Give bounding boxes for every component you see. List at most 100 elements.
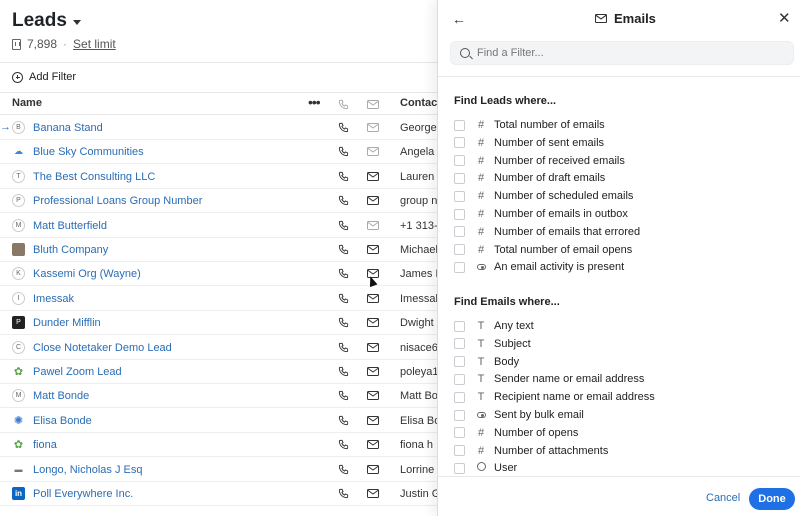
filter-checkbox[interactable] [454, 427, 465, 439]
filter-search-box[interactable] [450, 41, 794, 65]
lead-name-link[interactable]: Dunder Mifflin [33, 317, 101, 329]
lead-name-link[interactable]: Professional Loans Group Number [33, 195, 202, 207]
filter-checkbox[interactable] [454, 462, 465, 474]
phone-icon[interactable] [338, 342, 349, 353]
filter-option[interactable]: Sent by bulk email [454, 407, 584, 423]
email-icon[interactable] [367, 196, 379, 206]
email-icon[interactable] [367, 171, 379, 181]
filter-option[interactable]: # Total number of emails [454, 117, 605, 133]
filter-checkbox[interactable] [454, 445, 465, 457]
add-filter-button[interactable]: Add Filter [12, 71, 76, 83]
filter-option[interactable]: # Total number of email opens [454, 242, 632, 258]
table-row[interactable]: P Dunder Mifflin Dwight [0, 311, 437, 336]
column-header-name[interactable]: Name [12, 97, 42, 109]
lead-name-link[interactable]: Poll Everywhere Inc. [33, 488, 133, 500]
filter-checkbox[interactable] [454, 155, 465, 167]
filter-search-input[interactable] [477, 47, 777, 59]
email-icon[interactable] [367, 245, 379, 254]
back-arrow-icon[interactable]: ← [452, 11, 466, 27]
phone-icon[interactable] [338, 415, 349, 426]
lead-name-link[interactable]: Blue Sky Communities [33, 146, 144, 158]
filter-checkbox[interactable] [454, 338, 465, 350]
more-options-icon[interactable]: ••• [308, 94, 321, 110]
email-column-icon[interactable] [367, 100, 379, 109]
table-row[interactable]: M Matt Bonde Matt Bo [0, 384, 437, 409]
filter-option[interactable]: # Number of sent emails [454, 135, 604, 151]
lead-name-link[interactable]: Banana Stand [33, 122, 103, 134]
phone-icon[interactable] [338, 439, 349, 450]
phone-icon[interactable] [338, 146, 349, 157]
filter-option[interactable]: # Number of received emails [454, 153, 625, 169]
email-icon[interactable] [367, 367, 379, 376]
email-icon[interactable] [367, 415, 379, 425]
cancel-button[interactable]: Cancel [706, 492, 740, 504]
filter-checkbox[interactable] [454, 119, 465, 131]
email-icon[interactable] [367, 220, 379, 230]
filter-checkbox[interactable] [454, 261, 465, 273]
filter-option[interactable]: T Body [454, 354, 519, 370]
filter-option[interactable]: # Number of scheduled emails [454, 188, 633, 204]
phone-icon[interactable] [338, 488, 349, 499]
filter-checkbox[interactable] [454, 244, 465, 256]
filter-option[interactable]: An email activity is present [454, 259, 624, 275]
set-limit-link[interactable]: Set limit [73, 37, 116, 51]
filter-checkbox[interactable] [454, 391, 465, 403]
view-title-dropdown[interactable]: Leads [12, 10, 81, 32]
filter-checkbox[interactable] [454, 172, 465, 184]
lead-name-link[interactable]: Close Notetaker Demo Lead [33, 342, 172, 354]
filter-option[interactable]: T Recipient name or email address [454, 389, 655, 405]
email-icon[interactable] [367, 342, 379, 352]
phone-icon[interactable] [338, 293, 349, 304]
filter-option[interactable]: T Subject [454, 336, 531, 352]
email-icon[interactable] [367, 147, 379, 157]
table-row[interactable]: ▬ Longo, Nicholas J Esq Lorrine [0, 458, 437, 482]
lead-name-link[interactable]: Kassemi Org (Wayne) [33, 268, 141, 280]
table-row[interactable]: M Matt Butterfield +1 313- [0, 214, 437, 238]
table-row[interactable]: → B Banana Stand George [0, 116, 437, 140]
filter-checkbox[interactable] [454, 190, 465, 202]
filter-option[interactable]: # Number of draft emails [454, 170, 605, 186]
filter-checkbox[interactable] [454, 137, 465, 149]
filter-checkbox[interactable] [454, 320, 465, 332]
lead-name-link[interactable]: Matt Bonde [33, 390, 89, 402]
phone-icon[interactable] [338, 122, 349, 133]
filter-checkbox[interactable] [454, 208, 465, 220]
lead-name-link[interactable]: Longo, Nicholas J Esq [33, 464, 142, 476]
table-row[interactable]: P Professional Loans Group Number group n [0, 189, 437, 214]
phone-icon[interactable] [338, 317, 349, 328]
table-row[interactable]: ☁ Blue Sky Communities Angela I [0, 140, 437, 165]
table-row[interactable]: ✿ Pawel Zoom Lead poleya1 [0, 360, 437, 384]
phone-icon[interactable] [338, 171, 349, 182]
phone-icon[interactable] [338, 366, 349, 377]
phone-column-icon[interactable] [338, 99, 349, 110]
phone-icon[interactable] [338, 244, 349, 255]
filter-checkbox[interactable] [454, 373, 465, 385]
lead-name-link[interactable]: Matt Butterfield [33, 220, 107, 232]
phone-icon[interactable] [338, 390, 349, 401]
table-row[interactable]: in Poll Everywhere Inc. Justin G [0, 482, 437, 506]
table-row[interactable]: Bluth Company Michael [0, 238, 437, 262]
close-icon[interactable]: ✕ [778, 9, 791, 27]
filter-option[interactable]: T Any text [454, 318, 534, 334]
done-button[interactable]: Done [749, 488, 795, 510]
filter-option[interactable]: # Number of emails in outbox [454, 206, 628, 222]
email-icon[interactable] [367, 391, 379, 401]
filter-checkbox[interactable] [454, 226, 465, 238]
lead-name-link[interactable]: Imessak [33, 293, 74, 305]
lead-name-link[interactable]: Bluth Company [33, 244, 108, 256]
lead-name-link[interactable]: Pawel Zoom Lead [33, 366, 122, 378]
email-icon[interactable] [367, 123, 379, 132]
lead-name-link[interactable]: The Best Consulting LLC [33, 171, 155, 183]
phone-icon[interactable] [338, 220, 349, 231]
email-icon[interactable] [367, 440, 379, 450]
table-row[interactable]: ✺ Elisa Bonde Elisa Bo [0, 409, 437, 433]
filter-option[interactable]: T Sender name or email address [454, 371, 644, 387]
table-row[interactable]: I Imessak Imessak [0, 287, 437, 311]
filter-option[interactable]: User [454, 460, 517, 476]
filter-checkbox[interactable] [454, 356, 465, 368]
email-icon[interactable] [367, 489, 379, 498]
email-icon[interactable] [367, 293, 379, 303]
filter-option[interactable]: # Number of opens [454, 425, 578, 441]
phone-icon[interactable] [338, 268, 349, 279]
table-row[interactable]: C Close Notetaker Demo Lead nisace6 [0, 336, 437, 360]
